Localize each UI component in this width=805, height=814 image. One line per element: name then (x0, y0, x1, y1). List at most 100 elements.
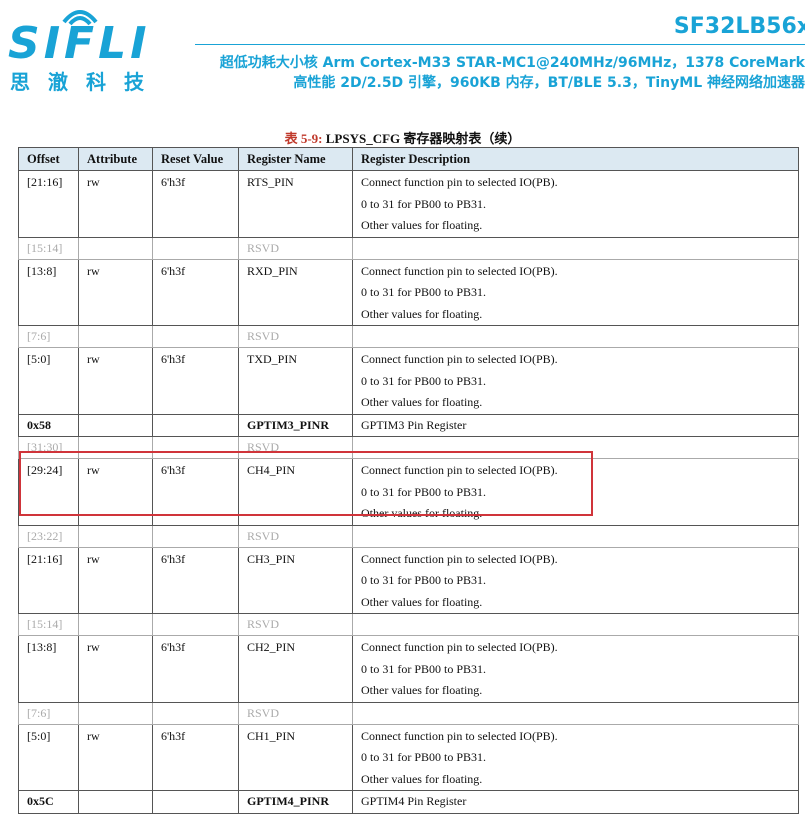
description-line: 0 to 31 for PB00 to PB31. (361, 373, 487, 388)
reserved-row: [7:6] RSVD (18, 701, 799, 725)
description-cell (352, 524, 799, 548)
register-name-cell: RSVD (238, 701, 353, 725)
description-line: Connect function pin to selected IO(PB). (361, 263, 558, 278)
logo-chinese-name: 思澈科技 (10, 70, 162, 94)
description-cell: Connect function pin to selected IO(PB).… (352, 258, 799, 326)
reset-value-cell (152, 236, 239, 260)
description-cell: GPTIM4 Pin Register (352, 790, 799, 814)
description-line: Other values for floating. (361, 683, 483, 697)
description-line: GPTIM3 Pin Register (361, 417, 467, 432)
subtitle-line-2: 高性能 2D/2.5D 引擎，960KB 内存，BT/BLE 5.3，TinyM… (293, 75, 805, 91)
table-row: [5:0] rw 6'h3f TXD_PIN Connect function pin … (18, 347, 799, 415)
description-cell: Connect function pin to selected IO(PB).… (352, 347, 799, 415)
offset-cell: [15:14] (18, 613, 79, 636)
description-line: Connect function pin to selected IO(PB). (361, 728, 558, 743)
reset-value-cell (152, 613, 239, 636)
description-line: Connect function pin to selected IO(PB). (361, 175, 558, 189)
register-name-cell: RSVD (238, 325, 353, 348)
description-cell (352, 701, 799, 725)
offset-cell: 0x5C (18, 790, 79, 814)
register-name-cell: TXD_PIN (238, 347, 353, 415)
table-row: [13:8] rw 6'h3f RXD_PIN Connect function pin… (18, 258, 799, 326)
offset-cell: 0x58 (18, 413, 79, 437)
reserved-row: [15:14] RSVD (18, 613, 799, 636)
register-name-cell: CH2_PIN (238, 635, 353, 703)
description-line: Other values for floating. (361, 218, 483, 232)
reset-value-cell: 6'h3f (152, 546, 239, 614)
register-name-cell: CH1_PIN (238, 723, 353, 791)
reset-value-cell (152, 413, 239, 437)
reset-value-cell: 6'h3f (152, 347, 239, 415)
description-cell: Connect function pin to selected IO(PB).… (352, 635, 799, 703)
table-row: [21:16] rw 6'h3f RTS_PIN Connect function pi… (18, 170, 799, 238)
attribute-cell (78, 325, 153, 348)
attribute-cell (78, 413, 153, 437)
offset-cell: [7:6] (18, 701, 79, 725)
description-line: Other values for floating. (361, 395, 483, 409)
table-row: [5:0] rw 6'h3f CH1_PIN Connect function pin … (18, 723, 799, 791)
description-cell: Connect function pin to selected IO(PB).… (352, 546, 799, 614)
offset-cell: [7:6] (18, 325, 79, 348)
description-cell: GPTIM3 Pin Register (352, 413, 799, 437)
description-line: 0 to 31 for PB00 to PB31. (361, 573, 487, 587)
header-register-name: Register Name (238, 147, 353, 171)
offset-cell: [5:0] (18, 347, 79, 415)
description-line: GPTIM4 Pin Register (361, 794, 467, 808)
subtitle-line-1: 超低功耗大小核 Arm Cortex-M33 STAR-MC1@240MHz/9… (219, 55, 805, 71)
description-cell: Connect function pin to selected IO(PB).… (352, 170, 799, 238)
logo-wordmark: SIFLI (8, 18, 151, 69)
attribute-cell: rw (78, 635, 153, 703)
register-name-cell: RSVD (238, 613, 353, 636)
offset-cell: [13:8] (18, 258, 79, 326)
offset-cell: [23:22] (18, 524, 79, 548)
attribute-cell: rw (78, 723, 153, 791)
reset-value-cell: 6'h3f (152, 170, 239, 238)
reserved-row: [7:6] RSVD (18, 325, 799, 348)
register-name-cell: GPTIM3_PINR (238, 413, 353, 437)
attribute-cell (78, 613, 153, 636)
header-offset: Offset (18, 147, 79, 171)
description-line: Connect function pin to selected IO(PB). (361, 640, 558, 654)
table-header-row: Offset Attribute Reset Value Register Na… (18, 147, 799, 171)
offset-cell: [5:0] (18, 723, 79, 791)
register-name-cell: CH3_PIN (238, 546, 353, 614)
description-line: Other values for floating. (361, 594, 483, 609)
attribute-cell (78, 790, 153, 814)
offset-cell: [21:16] (18, 546, 79, 614)
description-line: Other values for floating. (361, 306, 483, 321)
header-attribute: Attribute (78, 147, 153, 171)
description-cell (352, 613, 799, 636)
description-line: 0 to 31 for PB00 to PB31. (361, 285, 487, 299)
reset-value-cell: 6'h3f (152, 258, 239, 326)
table-row: [13:8] rw 6'h3f CH2_PIN Connect function pin… (18, 635, 799, 703)
register-name-cell: RTS_PIN (238, 170, 353, 238)
document-title: SF32LB56x (673, 14, 805, 39)
description-cell: Connect function pin to selected IO(PB).… (352, 723, 799, 791)
attribute-cell: rw (78, 170, 153, 238)
reset-value-cell (152, 325, 239, 348)
reserved-row: [23:22] RSVD (18, 524, 799, 548)
highlight-box (19, 451, 593, 516)
offset-cell: [21:16] (18, 170, 79, 238)
register-name-cell: GPTIM4_PINR (238, 790, 353, 814)
register-row: 0x5C GPTIM4_PINR GPTIM4 Pin Register (18, 790, 799, 814)
register-name-cell: RXD_PIN (238, 258, 353, 326)
reserved-row: [15:14] RSVD (18, 236, 799, 260)
offset-cell: [13:8] (18, 635, 79, 703)
register-name-cell: RSVD (238, 236, 353, 260)
description-line: 0 to 31 for PB00 to PB31. (361, 750, 487, 764)
description-cell (352, 325, 799, 348)
reset-value-cell: 6'h3f (152, 635, 239, 703)
attribute-cell: rw (78, 546, 153, 614)
sifli-logo: SIFLI 思澈科技 (8, 4, 178, 94)
header-reset-value: Reset Value (152, 147, 239, 171)
reset-value-cell: 6'h3f (152, 723, 239, 791)
header-divider (195, 44, 805, 45)
table-caption: 表 5-9: LPSYS_CFG 寄存器映射表（续） (0, 128, 805, 147)
register-row: 0x58 GPTIM3_PINR GPTIM3 Pin Register (18, 413, 799, 437)
description-line: Connect function pin to selected IO(PB). (361, 551, 558, 566)
caption-label: 表 5-9: (284, 131, 323, 146)
register-name-cell: RSVD (238, 524, 353, 548)
reset-value-cell (152, 701, 239, 725)
reset-value-cell (152, 790, 239, 814)
